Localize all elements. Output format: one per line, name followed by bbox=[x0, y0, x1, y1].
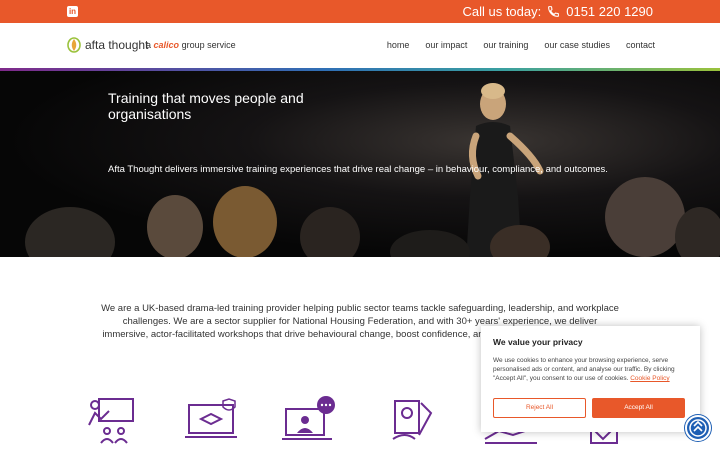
reject-all-button[interactable]: Reject All bbox=[493, 398, 586, 418]
cookie-body: We use cookies to enhance your browsing … bbox=[493, 357, 675, 382]
call-us[interactable]: Call us today: 0151 220 1290 bbox=[462, 3, 653, 20]
linkedin-icon[interactable]: in bbox=[67, 6, 78, 17]
certificate-icon bbox=[392, 400, 433, 440]
hero-title: Training that moves people and organisat… bbox=[108, 90, 304, 122]
online-learning-icon bbox=[185, 398, 237, 438]
hero-banner: Training that moves people and organisat… bbox=[0, 71, 720, 257]
nav-our-impact[interactable]: our impact bbox=[425, 40, 467, 50]
logo-text: afta thought bbox=[85, 37, 149, 52]
nav-our-case-studies[interactable]: our case studies bbox=[544, 40, 610, 50]
group-tagline: a calico group service bbox=[146, 40, 236, 50]
video-chat-icon bbox=[282, 396, 335, 440]
cookie-title: We value your privacy bbox=[493, 337, 583, 347]
accessibility-icon bbox=[689, 419, 707, 437]
nav-our-training[interactable]: our training bbox=[483, 40, 528, 50]
hero-description: Afta Thought delivers immersive training… bbox=[108, 164, 608, 175]
phone-icon bbox=[548, 6, 560, 17]
call-label: Call us today: bbox=[462, 4, 542, 19]
cookie-banner: We value your privacy We use cookies to … bbox=[481, 326, 700, 432]
site-header: afta thought a calico group service home… bbox=[0, 23, 720, 68]
phone-number: 0151 220 1290 bbox=[566, 4, 653, 19]
cookie-policy-link[interactable]: Cookie Policy bbox=[630, 375, 669, 382]
accept-all-button[interactable]: Accept All bbox=[592, 398, 685, 418]
top-bar: in Call us today: 0151 220 1290 bbox=[0, 0, 720, 23]
accessibility-button[interactable] bbox=[685, 415, 711, 441]
calico-brand: calico bbox=[153, 40, 180, 50]
site-logo[interactable]: afta thought bbox=[67, 36, 148, 53]
nav-home[interactable]: home bbox=[387, 40, 410, 50]
nav-contact[interactable]: contact bbox=[626, 40, 655, 50]
logo-mark-icon bbox=[67, 37, 81, 53]
main-nav: home our impact our training our case st… bbox=[387, 40, 655, 50]
trainer-presentation-icon bbox=[88, 398, 134, 444]
audience-image bbox=[25, 177, 720, 257]
